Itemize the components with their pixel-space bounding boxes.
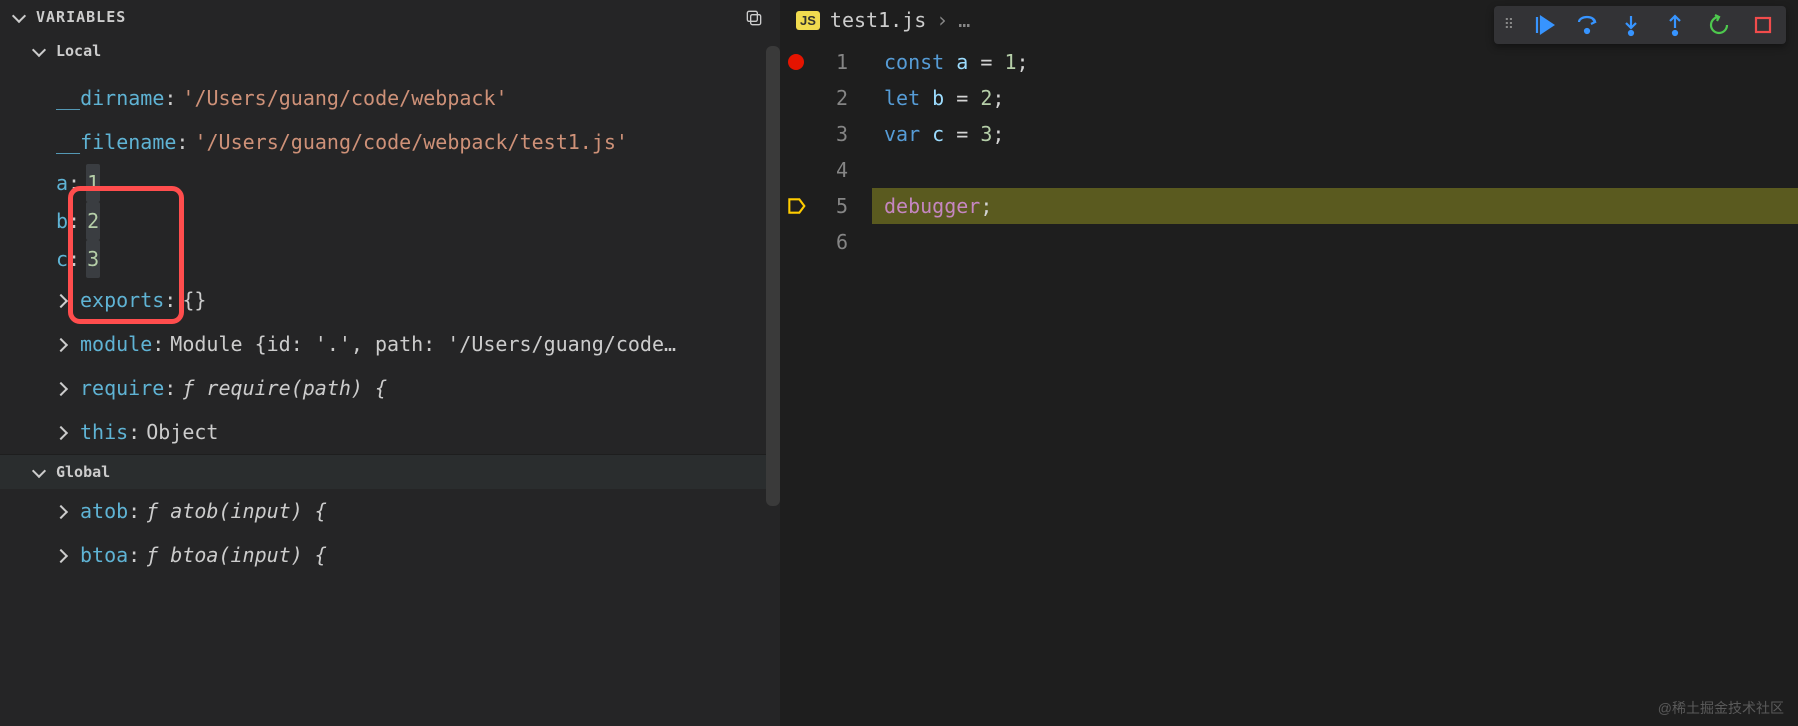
step-into-button[interactable] [1618, 12, 1644, 38]
scrollbar[interactable] [766, 46, 780, 506]
chevron-right-icon [56, 547, 72, 563]
js-file-icon: JS [796, 11, 820, 30]
code-line[interactable] [872, 152, 1798, 188]
chevron-right-icon [56, 292, 72, 308]
chevron-down-icon [32, 43, 48, 59]
var-row-b[interactable]: b: 2 [56, 202, 780, 240]
code-lines[interactable]: const a = 1;let b = 2;var c = 3; debugger… [872, 44, 1798, 260]
chevron-right-icon [56, 424, 72, 440]
var-row-this[interactable]: this: Object [0, 410, 780, 454]
code-line[interactable]: debugger; [872, 188, 1798, 224]
chevron-right-icon [56, 380, 72, 396]
copy-icon[interactable] [744, 8, 764, 28]
var-row-btoa[interactable]: btoa: ƒ btoa(input) { [0, 533, 780, 577]
local-vars-list: __dirname: '/Users/guang/code/webpack' _… [0, 68, 780, 278]
debug-toolbar: ⠿ [1494, 6, 1786, 44]
var-row-atob[interactable]: atob: ƒ atob(input) { [0, 489, 780, 533]
code-line[interactable]: let b = 2; [872, 80, 1798, 116]
code-line[interactable] [872, 224, 1798, 260]
variables-title: VARIABLES [36, 8, 126, 26]
line-number: 5 [812, 188, 872, 224]
editor-panel: JS test1.js › … ⠿ [780, 0, 1798, 726]
filename: test1.js [830, 8, 926, 32]
step-out-button[interactable] [1662, 12, 1688, 38]
line-number: 1 [812, 44, 872, 80]
variables-panel: VARIABLES Local __dirname: '/Users/guang… [0, 0, 780, 726]
drag-handle-icon[interactable]: ⠿ [1504, 17, 1512, 33]
watermark: @稀土掘金技术社区 [1658, 698, 1784, 718]
code-area[interactable]: 1 2 3 4 5 6 const a = 1;let b = 2;var c … [780, 40, 1798, 260]
code-line[interactable]: var c = 3; [872, 116, 1798, 152]
var-row-exports[interactable]: exports: {} [0, 278, 780, 322]
line-number: 2 [812, 80, 872, 116]
scope-global-header[interactable]: Global [0, 454, 780, 489]
breadcrumb-extra: … [958, 8, 970, 32]
var-row-module[interactable]: module: Module {id: '.', path: '/Users/g… [0, 322, 780, 366]
line-number: 3 [812, 116, 872, 152]
var-row-filename[interactable]: __filename: '/Users/guang/code/webpack/t… [56, 120, 780, 164]
scope-local-label: Local [56, 42, 101, 60]
scope-local-header[interactable]: Local [0, 34, 780, 68]
breakpoint-icon[interactable] [788, 54, 804, 70]
step-over-button[interactable] [1574, 12, 1600, 38]
restart-button[interactable] [1706, 12, 1732, 38]
current-line-marker-icon [786, 188, 806, 224]
var-row-require[interactable]: require: ƒ require(path) { [0, 366, 780, 410]
code-line[interactable]: const a = 1; [872, 44, 1798, 80]
breakpoint-gutter[interactable] [780, 44, 812, 260]
chevron-right-icon [56, 336, 72, 352]
line-number: 4 [812, 152, 872, 188]
var-row-c[interactable]: c: 3 [56, 240, 780, 278]
var-row-a[interactable]: a: 1 [56, 164, 780, 202]
stop-button[interactable] [1750, 12, 1776, 38]
chevron-right-icon [56, 503, 72, 519]
chevron-down-icon [12, 9, 28, 25]
variables-header[interactable]: VARIABLES [0, 0, 780, 34]
scope-global-label: Global [56, 463, 110, 481]
chevron-down-icon [32, 464, 48, 480]
line-numbers: 1 2 3 4 5 6 [812, 44, 872, 260]
chevron-right-icon: › [936, 8, 948, 32]
var-row-dirname[interactable]: __dirname: '/Users/guang/code/webpack' [56, 76, 780, 120]
line-number: 6 [812, 224, 872, 260]
continue-button[interactable] [1530, 12, 1556, 38]
